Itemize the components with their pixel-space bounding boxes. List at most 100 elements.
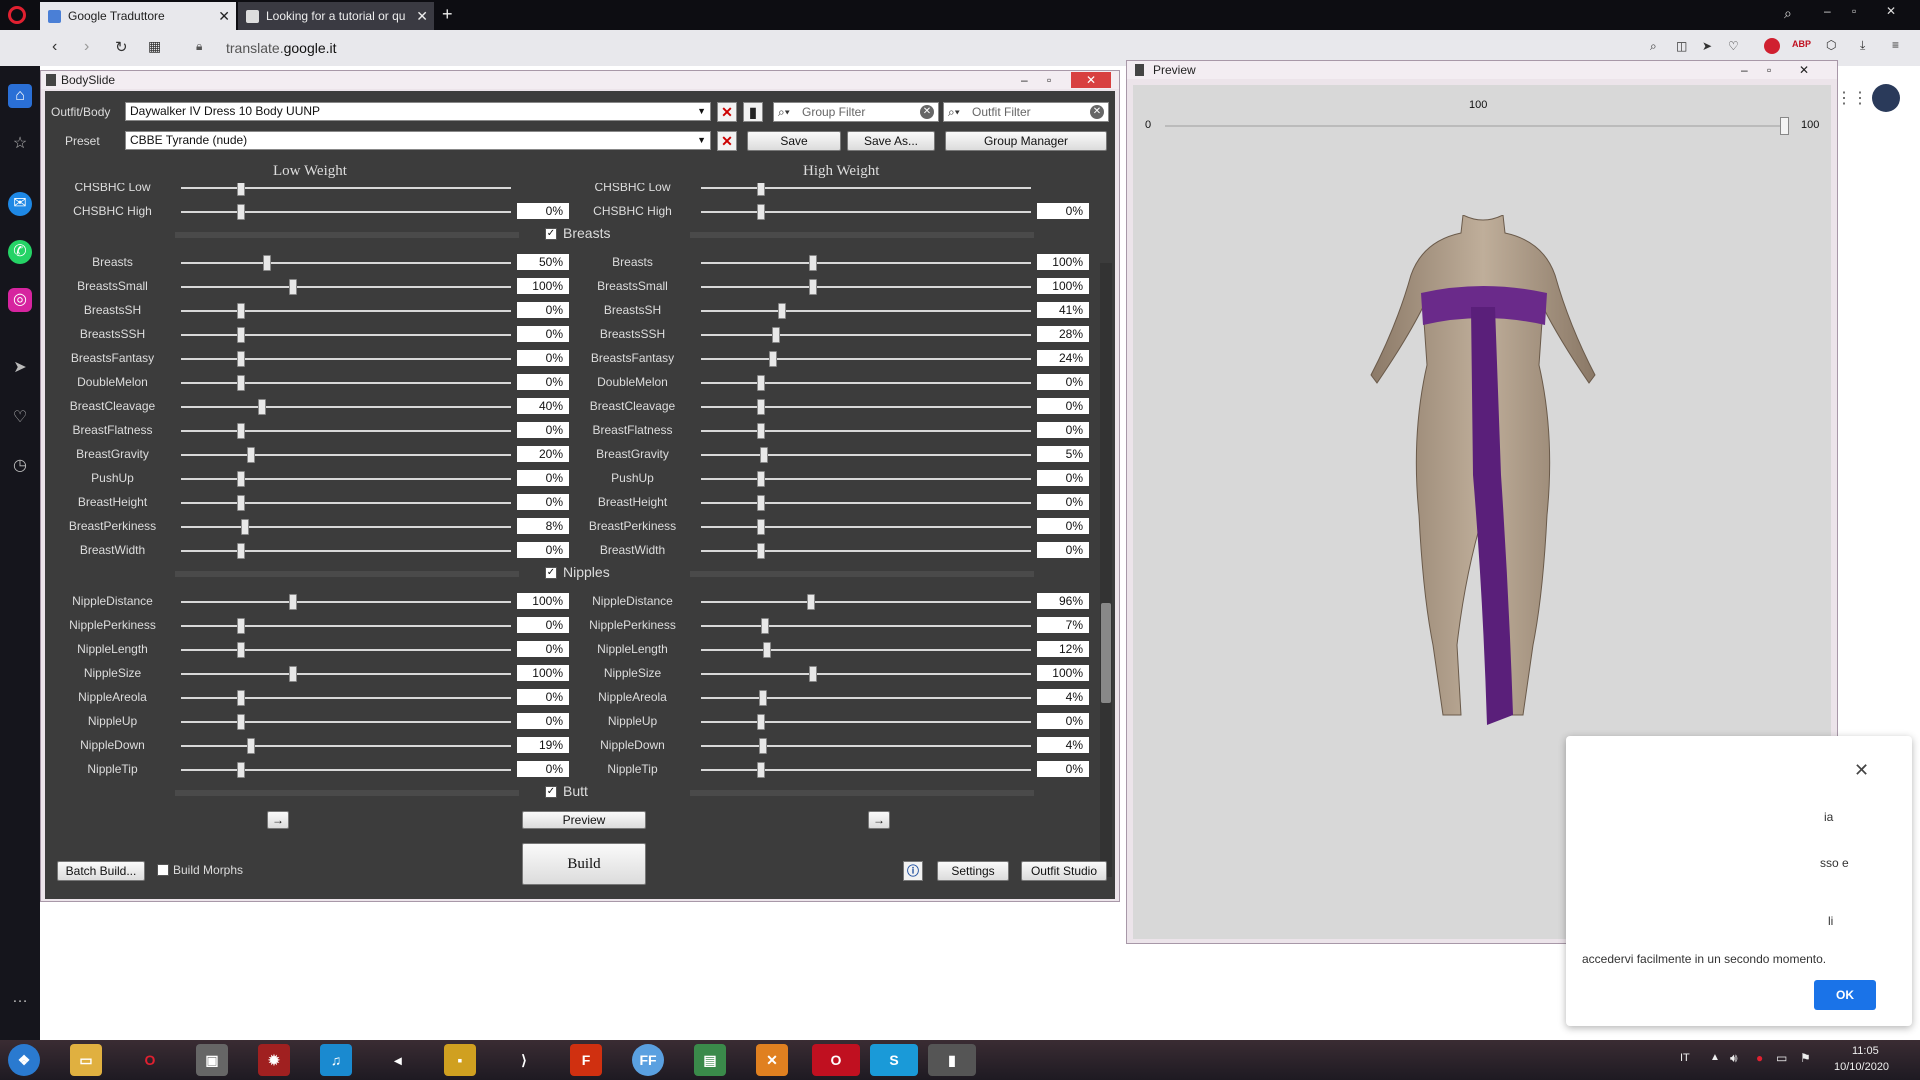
app-icon[interactable]: ▪ [444, 1044, 476, 1076]
value-field-high[interactable]: 0% [1037, 542, 1089, 558]
slider-track-high[interactable] [701, 406, 1031, 408]
value-field-high[interactable]: 0% [1037, 203, 1089, 219]
new-tab-icon[interactable]: + [442, 4, 453, 25]
slider-thumb-low[interactable] [237, 204, 245, 220]
slider-thumb-high[interactable] [757, 183, 765, 196]
box-icon[interactable]: ⬡ [1826, 38, 1836, 52]
value-field-high[interactable]: 7% [1037, 617, 1089, 633]
value-field-low[interactable]: 0% [517, 470, 569, 486]
opera-icon[interactable]: O [134, 1044, 166, 1076]
value-field-low[interactable]: 0% [517, 326, 569, 342]
value-field-high[interactable]: 4% [1037, 689, 1089, 705]
info-icon[interactable]: ⓘ [903, 861, 923, 881]
minimize-icon[interactable]: – [1021, 71, 1028, 89]
opera-ext-icon[interactable] [1764, 38, 1780, 54]
group-filter-input[interactable]: ⌕▾ Group Filter ✕ [773, 102, 939, 122]
value-field-high[interactable]: 24% [1037, 350, 1089, 366]
group-header[interactable]: ✓ Breasts [545, 225, 610, 245]
heart-icon[interactable]: ♡ [8, 406, 32, 430]
value-field-high[interactable]: 0% [1037, 518, 1089, 534]
slider-track-low[interactable] [181, 526, 511, 528]
value-field-low[interactable]: 100% [517, 278, 569, 294]
network-icon[interactable]: ▭ [1776, 1051, 1787, 1065]
menu-icon[interactable]: ≡ [1892, 38, 1899, 52]
slider-thumb-low[interactable] [263, 255, 271, 271]
weight-slider-track[interactable] [1165, 125, 1785, 127]
slider-track-high[interactable] [701, 601, 1031, 603]
slider-thumb-high[interactable] [757, 204, 765, 220]
app-icon[interactable]: ⟩ [508, 1044, 540, 1076]
clear-icon[interactable]: ✕ [920, 105, 934, 119]
value-field-low[interactable]: 19% [517, 737, 569, 753]
slider-thumb-low[interactable] [237, 642, 245, 658]
value-field-low[interactable]: 0% [517, 494, 569, 510]
slider-track-high[interactable] [701, 286, 1031, 288]
app-icon[interactable]: ✹ [258, 1044, 290, 1076]
slider-track-low[interactable] [181, 478, 511, 480]
avatar[interactable] [1872, 84, 1900, 112]
value-field-high[interactable]: 100% [1037, 278, 1089, 294]
minimize-icon[interactable]: – [1741, 61, 1748, 79]
value-field-low[interactable]: 8% [517, 518, 569, 534]
close-icon[interactable]: ✕ [1854, 760, 1869, 781]
value-field-high[interactable]: 4% [1037, 737, 1089, 753]
ok-button[interactable]: OK [1814, 980, 1876, 1010]
home-icon[interactable]: ⌂ [8, 84, 32, 108]
slider-thumb-high[interactable] [757, 375, 765, 391]
slider-thumb-high[interactable] [757, 543, 765, 559]
preview-button[interactable]: Preview [522, 811, 646, 829]
slider-track-low[interactable] [181, 382, 511, 384]
slider-track-high[interactable] [701, 187, 1031, 189]
slider-track-low[interactable] [181, 358, 511, 360]
forward-icon[interactable]: › [84, 38, 89, 56]
tray-up-icon[interactable]: ▲ [1710, 1052, 1720, 1063]
messenger-icon[interactable]: ✉ [8, 192, 32, 216]
slider-thumb-low[interactable] [237, 183, 245, 196]
slider-thumb-low[interactable] [246, 738, 255, 754]
high-arrow-button[interactable]: → [868, 811, 890, 829]
slider-thumb-low[interactable] [237, 762, 245, 778]
low-arrow-button[interactable]: → [267, 811, 289, 829]
slider-track-low[interactable] [181, 334, 511, 336]
close-icon[interactable]: ✕ [218, 2, 230, 30]
slider-track-low[interactable] [181, 310, 511, 312]
clear-outfit-icon[interactable]: ✕ [717, 102, 737, 122]
slider-thumb-high[interactable] [759, 690, 768, 706]
tab-google-translate[interactable]: Google Traduttore ✕ [40, 2, 236, 30]
vertical-scrollbar[interactable] [1100, 263, 1112, 877]
slider-track-high[interactable] [701, 745, 1031, 747]
slider-track-low[interactable] [181, 262, 511, 264]
slider-thumb-high[interactable] [778, 303, 787, 319]
group-checkbox[interactable]: ✓ [545, 228, 557, 241]
slider-track-low[interactable] [181, 406, 511, 408]
slider-thumb-low[interactable] [237, 618, 245, 634]
batch-build-button[interactable]: Batch Build... [57, 861, 145, 881]
slider-track-high[interactable] [701, 649, 1031, 651]
value-field-low[interactable]: 0% [517, 542, 569, 558]
slider-track-high[interactable] [701, 262, 1031, 264]
value-field-low[interactable]: 0% [517, 713, 569, 729]
value-field-low[interactable]: 20% [517, 446, 569, 462]
slider-thumb-high[interactable] [757, 399, 765, 415]
slider-track-high[interactable] [701, 673, 1031, 675]
slider-thumb-low[interactable] [237, 351, 245, 367]
slider-track-high[interactable] [701, 358, 1031, 360]
slider-thumb-high[interactable] [759, 738, 768, 754]
more-icon[interactable]: … [8, 986, 32, 1010]
opera-logo-icon[interactable] [8, 6, 26, 24]
back-icon[interactable]: ‹ [52, 38, 57, 56]
snapshot-icon[interactable]: ⌕ [1650, 39, 1657, 54]
group-manager-button[interactable]: Group Manager [945, 131, 1107, 151]
group-header[interactable]: ✓ Butt [545, 783, 588, 803]
save-button[interactable]: Save [747, 131, 841, 151]
send-icon[interactable]: ➤ [8, 356, 32, 380]
close-icon[interactable]: ✕ [416, 2, 428, 30]
value-field-high[interactable]: 0% [1037, 761, 1089, 777]
url-field[interactable]: translate.google.it [226, 40, 337, 56]
slider-track-low[interactable] [181, 502, 511, 504]
group-checkbox[interactable]: ✓ [545, 786, 557, 799]
slider-track-high[interactable] [701, 769, 1031, 771]
slider-track-low[interactable] [181, 769, 511, 771]
mail-icon[interactable]: ● [1756, 1051, 1763, 1065]
build-button[interactable]: Build [522, 843, 646, 885]
